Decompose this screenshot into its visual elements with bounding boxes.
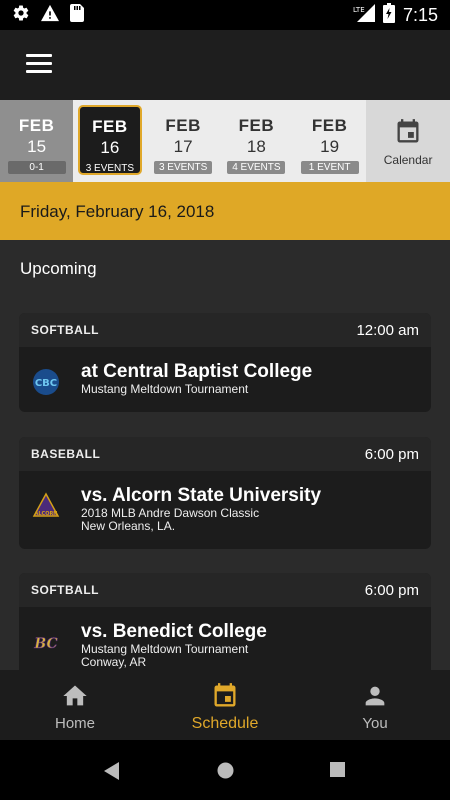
date-day: 19 [320, 137, 340, 156]
signal-icon: LTE [353, 3, 375, 27]
date-day: 17 [173, 137, 193, 156]
status-time: 7:15 [402, 4, 438, 25]
event-card-header: SOFTBALL 6:00 pm [19, 573, 431, 607]
svg-text:ALCORN: ALCORN [34, 511, 57, 517]
event-location: New Orleans, LA. [81, 519, 176, 533]
date-badge: 3 EVENTS [85, 163, 135, 174]
battery-icon [382, 2, 395, 28]
gear-icon [12, 4, 30, 27]
date-strip: FEB 15 0-1 FEB 16 3 EVENTS FEB 17 3 EVEN… [0, 100, 450, 182]
event-card[interactable]: SOFTBALL 12:00 am CBC at Central Baptist… [19, 313, 431, 412]
network-label: LTE [353, 6, 365, 14]
date-day: 16 [100, 138, 120, 157]
nav-you-label: You [362, 715, 388, 732]
event-card[interactable]: SOFTBALL 6:00 pm BC vs. Benedict College… [19, 573, 431, 670]
event-tournament: Mustang Meltdown Tournament [81, 382, 249, 396]
event-card-header: BASEBALL 6:00 pm [19, 437, 431, 471]
event-sport: SOFTBALL [31, 583, 99, 597]
date-cell-feb-16[interactable]: FEB 16 3 EVENTS [73, 100, 147, 182]
person-icon [365, 686, 385, 706]
status-bar: LTE 7:15 [0, 0, 450, 30]
date-cell-feb-17[interactable]: FEB 17 3 EVENTS [147, 100, 220, 182]
home-icon [63, 685, 87, 706]
event-location: Conway, AR [81, 655, 147, 669]
date-month: FEB [238, 116, 275, 135]
sd-card-icon [70, 3, 84, 27]
date-cell-feb-19[interactable]: FEB 19 1 EVENT [293, 100, 366, 182]
svg-text:BC: BC [33, 636, 57, 652]
nav-home-label: Home [54, 715, 95, 732]
date-day: 15 [27, 137, 47, 156]
system-nav-bar [0, 740, 450, 800]
date-badge: 1 EVENT [300, 161, 359, 174]
nav-schedule[interactable]: Schedule [150, 670, 300, 740]
svg-text:CBC: CBC [35, 378, 57, 389]
nav-you[interactable]: You [300, 670, 450, 740]
team-logo-icon: BC [33, 636, 58, 653]
event-card-body: BC vs. Benedict College Mustang Meltdown… [19, 607, 431, 670]
app-bar [0, 30, 450, 100]
date-day: 18 [246, 137, 266, 156]
menu-icon[interactable] [26, 54, 52, 74]
event-card-header: SOFTBALL 12:00 am [19, 313, 431, 347]
event-list: SOFTBALL 12:00 am CBC at Central Baptist… [0, 296, 450, 670]
team-logo-icon: ALCORN [32, 492, 60, 517]
date-month: FEB [92, 117, 128, 136]
date-badge: 4 EVENTS [227, 161, 286, 174]
event-card-body: ALCORN vs. Alcorn State University 2018 … [19, 471, 431, 549]
event-time: 6:00 pm [364, 581, 419, 599]
calendar-button[interactable]: Calendar [366, 100, 450, 182]
date-month: FEB [18, 116, 55, 135]
home-circle-icon[interactable] [217, 762, 234, 779]
calendar-icon [397, 119, 419, 143]
selected-date-banner: Friday, February 16, 2018 [0, 182, 450, 240]
event-card[interactable]: BASEBALL 6:00 pm ALCORN vs. Alcorn State… [19, 437, 431, 549]
selected-date-box: FEB 16 3 EVENTS [78, 105, 142, 175]
back-icon[interactable] [104, 762, 120, 780]
nav-schedule-label: Schedule [191, 715, 259, 732]
event-card-body: CBC at Central Baptist College Mustang M… [19, 347, 431, 412]
bottom-nav: Home Schedule You [0, 670, 450, 740]
event-opponent: vs. Benedict College [81, 621, 267, 642]
section-header: Upcoming [0, 240, 450, 296]
date-badge: 0-1 [7, 161, 66, 174]
date-badge: 3 EVENTS [154, 161, 213, 174]
date-month: FEB [311, 116, 348, 135]
nav-home[interactable]: Home [0, 670, 150, 740]
event-time: 6:00 pm [364, 445, 419, 463]
warning-icon [40, 4, 60, 27]
team-logo-icon: CBC [33, 369, 59, 395]
calendar-icon [214, 683, 236, 707]
event-opponent: at Central Baptist College [81, 361, 313, 382]
date-cell-feb-15[interactable]: FEB 15 0-1 [0, 100, 74, 182]
event-sport: BASEBALL [31, 447, 101, 461]
calendar-label: Calendar [383, 153, 433, 167]
date-cell-feb-18[interactable]: FEB 18 4 EVENTS [220, 100, 293, 182]
event-sport: SOFTBALL [31, 323, 99, 337]
recents-icon[interactable] [330, 762, 345, 777]
event-opponent: vs. Alcorn State University [81, 485, 322, 506]
date-month: FEB [165, 116, 201, 135]
event-time: 12:00 am [356, 321, 419, 339]
